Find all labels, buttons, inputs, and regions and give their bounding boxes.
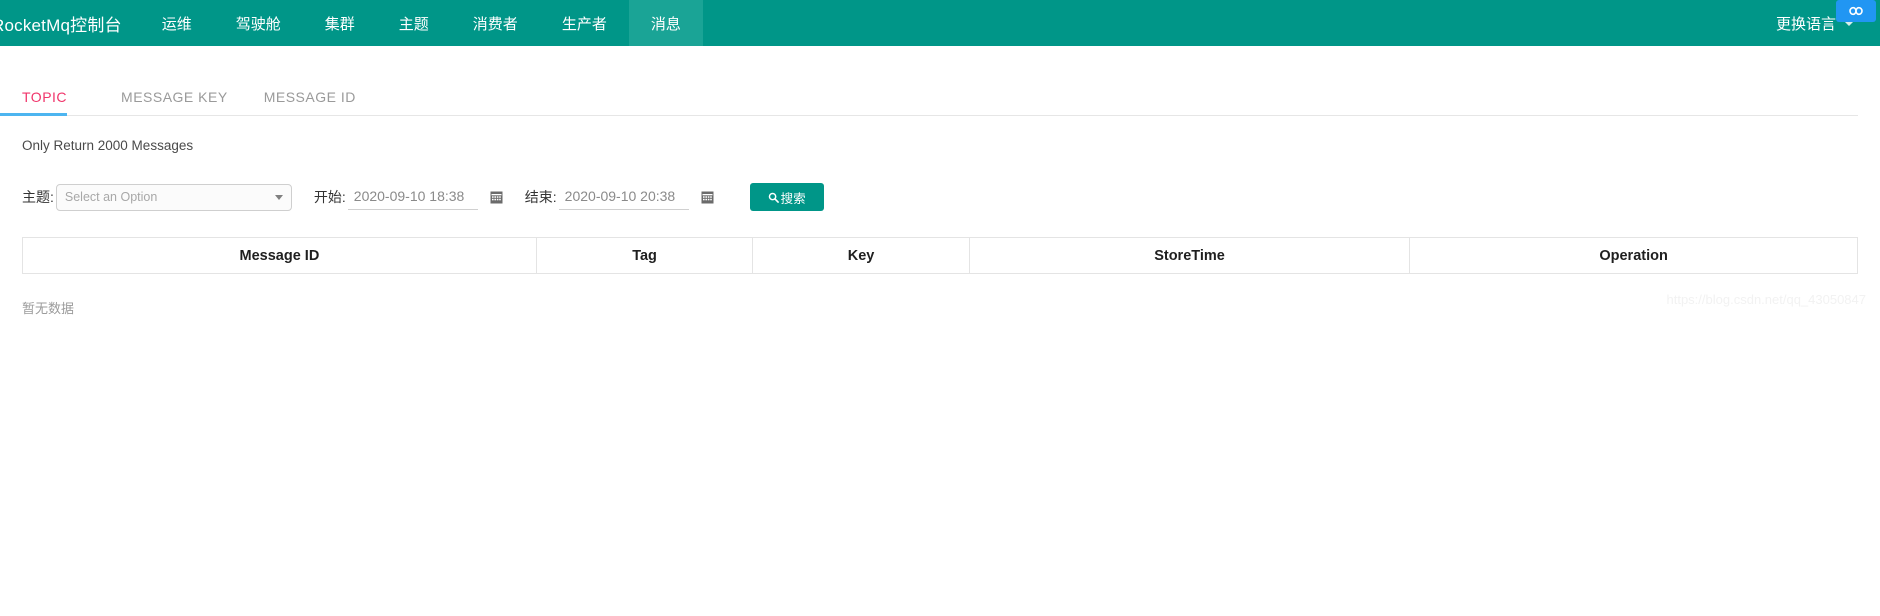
- end-time-label: 结束:: [524, 189, 557, 205]
- nav-items: 运维 驾驶舱 集群 主题 消费者 生产者 消息: [140, 0, 703, 46]
- search-type-tabs: TOPIC MESSAGE KEY MESSAGE ID: [0, 78, 1858, 116]
- page-content: TOPIC MESSAGE KEY MESSAGE ID Only Return…: [0, 78, 1880, 317]
- end-time-input[interactable]: [558, 184, 689, 210]
- tab-topic[interactable]: TOPIC: [0, 89, 85, 116]
- topic-select[interactable]: Select an Option: [55, 183, 292, 211]
- column-header-key[interactable]: Key: [752, 237, 970, 274]
- search-icon: [768, 192, 779, 203]
- column-header-tag[interactable]: Tag: [535, 237, 754, 274]
- table-empty-message: 暂无数据: [22, 301, 75, 316]
- messages-table: Message ID Tag Key StoreTime Operation: [22, 237, 1858, 274]
- language-switcher-label: 更换语言: [1775, 15, 1836, 33]
- result-limit-notice: Only Return 2000 Messages: [22, 138, 194, 153]
- app-brand[interactable]: RocketMq控制台: [0, 0, 140, 46]
- infinity-icon[interactable]: [1836, 0, 1876, 22]
- table-header-row: Message ID Tag Key StoreTime Operation: [22, 237, 1858, 274]
- calendar-icon[interactable]: [701, 190, 714, 204]
- topic-label: 主题:: [22, 189, 54, 205]
- nav-item-topic[interactable]: 主题: [377, 0, 451, 46]
- message-search-form: 主题: Select an Option 开始: 结束:: [22, 179, 1858, 215]
- begin-time-label: 开始:: [313, 189, 346, 205]
- topic-select-placeholder: Select an Option: [64, 190, 158, 204]
- nav-item-producer[interactable]: 生产者: [540, 0, 629, 46]
- nav-item-consumer[interactable]: 消费者: [451, 0, 540, 46]
- nav-item-cluster[interactable]: 集群: [303, 0, 377, 46]
- search-button[interactable]: 搜索: [749, 183, 824, 211]
- watermark: https://blog.csdn.net/qq_43050847: [1666, 292, 1867, 307]
- column-header-storetime[interactable]: StoreTime: [968, 237, 1411, 274]
- nav-item-ops[interactable]: 运维: [140, 0, 214, 46]
- nav-item-message[interactable]: 消息: [628, 0, 703, 46]
- column-header-message-id[interactable]: Message ID: [22, 237, 537, 274]
- search-button-label: 搜索: [780, 191, 806, 206]
- chevron-down-icon: [274, 195, 283, 200]
- tab-message-key[interactable]: MESSAGE KEY: [103, 89, 246, 115]
- begin-time-input[interactable]: [347, 184, 478, 210]
- nav-item-dashboard[interactable]: 驾驶舱: [214, 0, 303, 46]
- top-navbar: RocketMq控制台 运维 驾驶舱 集群 主题 消费者 生产者 消息 更换语言: [0, 0, 1880, 46]
- calendar-icon[interactable]: [490, 190, 503, 204]
- column-header-operation[interactable]: Operation: [1409, 237, 1858, 274]
- tab-message-id[interactable]: MESSAGE ID: [246, 89, 374, 115]
